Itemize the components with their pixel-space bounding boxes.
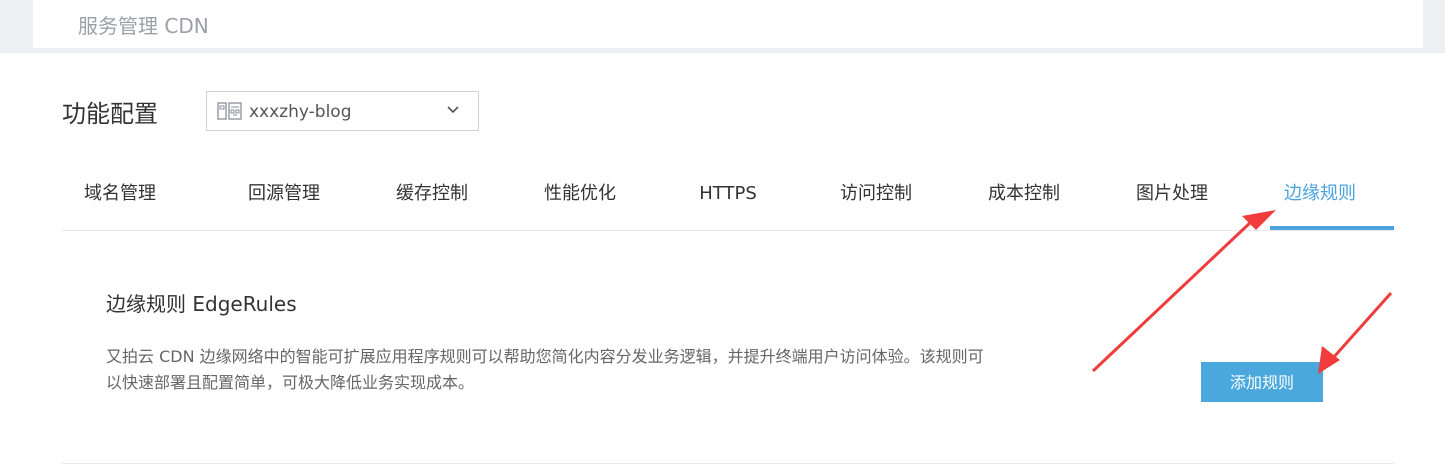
tab-https[interactable]: HTTPS	[687, 174, 769, 214]
tab-domain-management[interactable]: 域名管理	[84, 174, 156, 214]
top-bar	[33, 0, 1423, 48]
tab-cost-control[interactable]: 成本控制	[983, 174, 1065, 214]
tab-origin-management[interactable]: 回源管理	[243, 174, 325, 214]
site-icon	[217, 102, 242, 120]
tab-performance-optimization[interactable]: 性能优化	[539, 174, 621, 214]
tab-edge-rules[interactable]: 边缘规则	[1279, 174, 1361, 214]
domain-select[interactable]: xxxzhy-blog	[206, 91, 479, 131]
domain-select-value: xxxzhy-blog	[249, 102, 352, 122]
annotation-arrow-to-tab	[1091, 210, 1276, 373]
active-tab-indicator	[1270, 226, 1394, 230]
section-title: 功能配置	[62, 100, 158, 128]
chevron-down-icon[interactable]	[446, 103, 460, 117]
feature-tabs: 域名管理 回源管理 缓存控制 性能优化 HTTPS 访问控制 成本控制 图片处理…	[62, 166, 1394, 231]
tab-cache-control[interactable]: 缓存控制	[391, 174, 473, 214]
panel-title: 边缘规则 EdgeRules	[106, 292, 297, 316]
panel-description: 又拍云 CDN 边缘网络中的智能可扩展应用程序规则可以帮助您简化内容分发业务逻辑…	[106, 347, 984, 392]
tab-image-processing[interactable]: 图片处理	[1131, 174, 1213, 214]
tab-access-control[interactable]: 访问控制	[835, 174, 917, 214]
annotation-arrow-to-button	[1318, 292, 1393, 374]
page-header-title: 服务管理 CDN	[78, 14, 209, 38]
add-rule-button[interactable]: 添加规则	[1201, 362, 1323, 402]
divider	[62, 463, 1394, 464]
